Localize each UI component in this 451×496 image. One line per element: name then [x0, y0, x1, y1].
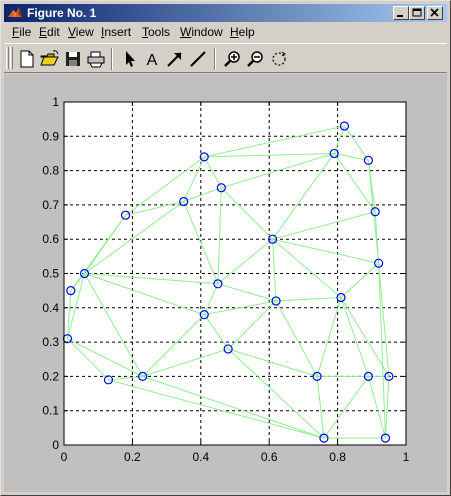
y-tick-label: 1 — [52, 95, 59, 109]
minimize-icon — [397, 15, 403, 17]
close-button[interactable] — [427, 6, 443, 20]
y-tick-label: 0.9 — [42, 129, 59, 143]
y-tick-label: 0.7 — [42, 198, 59, 212]
insert-text-icon: A — [147, 52, 158, 69]
rotate-3d-button[interactable] — [268, 48, 290, 70]
rotate-icon — [272, 51, 286, 66]
zoom-in-icon — [224, 51, 240, 67]
y-tick-label: 0.6 — [42, 232, 59, 246]
open-file-button[interactable] — [39, 48, 61, 70]
menu-insert[interactable]: Insert — [101, 23, 131, 42]
new-file-icon — [20, 50, 34, 68]
figure-canvas[interactable]: 0 0.2 0.4 0.6 0.8 1 0 0.1 0.2 0.3 0.4 0.5 0.6 0.7 0.8 0… — [4, 74, 447, 492]
menu-tools-rest: ools — [148, 25, 171, 39]
toolbar-grip-2[interactable] — [10, 47, 13, 69]
x-tick-label: 0.2 — [124, 450, 141, 464]
menu-window-rest: indow — [191, 25, 223, 39]
menu-view-rest: iew — [75, 25, 94, 39]
print-icon — [87, 51, 105, 68]
zoom-out-icon — [247, 51, 263, 67]
save-icon — [66, 52, 80, 66]
window-title: Figure No. 1 — [27, 6, 97, 20]
x-tick-label: 0 — [61, 450, 68, 464]
menu-file-rest: ile — [19, 25, 32, 39]
matlab-logo-icon — [8, 7, 22, 18]
close-icon — [430, 8, 439, 17]
menu-view-mnemonic: V — [68, 25, 76, 39]
zoom-in-button[interactable] — [222, 48, 244, 70]
zoom-out-button[interactable] — [245, 48, 267, 70]
menu-bar: File Edit View Insert Tools Window Help — [4, 23, 447, 42]
title-bar[interactable]: Figure No. 1 — [4, 4, 447, 22]
y-tick-label: 0.1 — [42, 404, 59, 418]
y-tick-label: 0.3 — [42, 335, 59, 349]
y-tick-label: 0.2 — [42, 369, 59, 383]
figure-window: Figure No. 1 File Edit View Insert Tools… — [0, 0, 451, 496]
maximize-button[interactable] — [409, 6, 425, 20]
open-folder-icon — [40, 50, 59, 66]
delaunay-plot[interactable]: 0 0.2 0.4 0.6 0.8 1 0 0.1 0.2 0.3 0.4 0.5 0.6 0.7 0.8 0… — [4, 74, 447, 492]
toolbar-separator — [111, 48, 113, 70]
menu-tools[interactable]: Tools — [142, 23, 170, 42]
y-tick-label: 0.8 — [42, 164, 59, 178]
menu-edit[interactable]: Edit — [39, 23, 60, 42]
toolbar-separator-2 — [214, 48, 216, 70]
edit-plot-button[interactable] — [118, 48, 140, 70]
insert-line-icon — [190, 51, 206, 67]
menu-help[interactable]: Help — [230, 23, 255, 42]
menu-insert-rest: nsert — [104, 25, 132, 39]
menu-help-rest: elp — [238, 25, 255, 39]
x-tick-label: 0.8 — [329, 450, 346, 464]
menu-window[interactable]: Window — [180, 23, 223, 42]
figure-toolbar: A — [4, 43, 447, 73]
x-tick-label: 0.4 — [192, 450, 209, 464]
text-tool-glyph: A — [147, 52, 158, 69]
insert-text-button[interactable]: A — [141, 48, 163, 70]
x-tick-label: 0.6 — [261, 450, 278, 464]
new-figure-button[interactable] — [16, 48, 38, 70]
select-arrow-icon — [126, 51, 135, 67]
y-tick-label: 0 — [52, 438, 59, 452]
toolbar-grip[interactable] — [6, 47, 9, 69]
menu-help-mnemonic: H — [230, 25, 239, 39]
menu-edit-mnemonic: E — [39, 25, 48, 39]
y-tick-label: 0.4 — [42, 301, 59, 315]
x-tick-label: 1 — [403, 450, 410, 464]
save-button[interactable] — [62, 48, 84, 70]
menu-file[interactable]: File — [12, 23, 31, 42]
maximize-icon — [412, 8, 422, 17]
menu-view[interactable]: View — [68, 23, 94, 42]
menu-edit-rest: dit — [47, 25, 60, 39]
y-tick-label: 0.5 — [42, 267, 59, 281]
menu-window-mnemonic: W — [180, 25, 192, 39]
insert-line-button[interactable] — [187, 48, 209, 70]
print-button[interactable] — [85, 48, 107, 70]
insert-arrow-icon — [167, 52, 182, 67]
minimize-button[interactable] — [393, 6, 409, 20]
insert-arrow-button[interactable] — [164, 48, 186, 70]
